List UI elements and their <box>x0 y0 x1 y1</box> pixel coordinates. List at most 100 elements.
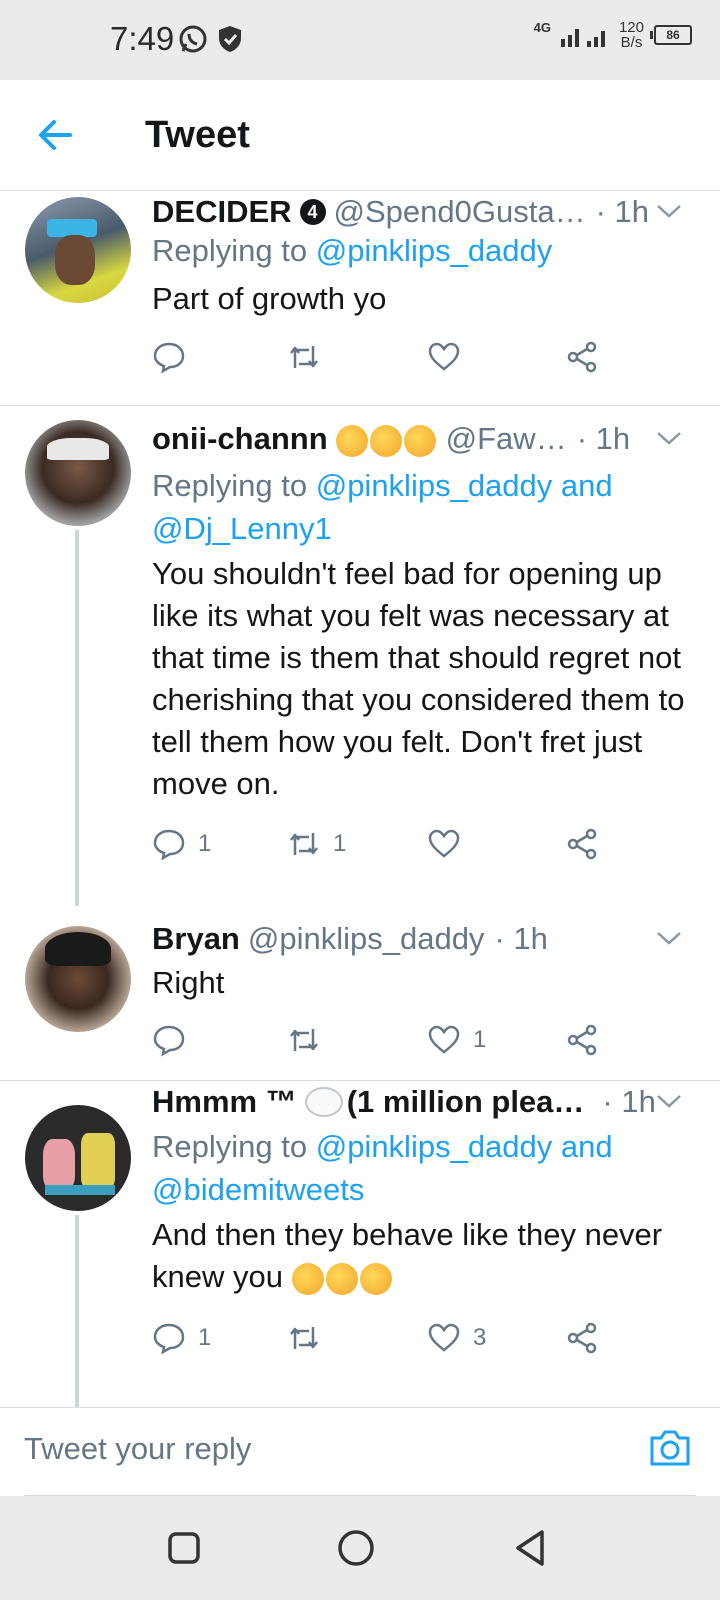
share-icon <box>567 341 597 373</box>
emoji-smiling-hearts <box>335 421 438 457</box>
whatsapp-icon <box>179 25 207 53</box>
status-indicators: 4G 120 B/s 86 <box>534 20 692 50</box>
heart-icon <box>428 829 460 858</box>
retweet-button[interactable]: 1 <box>287 824 346 864</box>
reply-button[interactable]: 1 <box>152 824 211 864</box>
author-handle[interactable]: @pinklips_daddy <box>248 921 485 957</box>
like-button[interactable] <box>427 337 473 377</box>
tweet-text: Part of growth yo <box>152 281 387 316</box>
avatar[interactable] <box>25 197 131 303</box>
share-button[interactable] <box>565 1318 599 1358</box>
mention-link[interactable]: @pinklips_daddy <box>316 233 553 268</box>
mention-link[interactable]: @bidemitweets <box>152 1172 364 1207</box>
retweet-icon <box>290 1029 318 1051</box>
avatar[interactable] <box>25 926 131 1032</box>
like-button[interactable]: 1 <box>427 1020 486 1060</box>
tweet-header: Bryan @pinklips_daddy · 1h <box>152 918 660 960</box>
retweet-icon <box>290 1327 318 1349</box>
share-icon <box>567 1322 597 1354</box>
heart-icon <box>428 1323 460 1352</box>
author-handle[interactable]: @Faw… <box>446 421 567 457</box>
network-speed: 120 B/s <box>618 19 644 51</box>
author-name[interactable]: Bryan <box>152 921 240 957</box>
recent-apps-icon[interactable] <box>162 1526 206 1570</box>
mention-link[interactable]: @pinklips_daddy and <box>316 468 613 503</box>
tweet-time: · 1h <box>494 921 548 956</box>
tweet-actions: 1 1 <box>152 824 612 864</box>
tweet-item[interactable]: Hmmm ™ (1 million plea… · 1h Replying to… <box>0 1081 720 1407</box>
reply-input[interactable] <box>24 1424 624 1474</box>
tweet-text: Right <box>152 965 225 1000</box>
tweet-time: · 1h <box>602 1084 656 1119</box>
status-notification-icons <box>178 24 244 54</box>
share-button[interactable] <box>565 337 599 377</box>
back-nav-icon[interactable] <box>508 1526 552 1570</box>
share-button[interactable] <box>565 824 599 864</box>
reply-button[interactable]: 1 <box>152 1318 211 1358</box>
tweet-item[interactable]: onii-channn @Faw… · 1h Replying to @pink… <box>0 406 720 906</box>
replying-to: Replying to @pinklips_daddy <box>152 233 553 268</box>
arrow-left-icon[interactable] <box>30 110 80 160</box>
reply-button[interactable] <box>152 1020 198 1060</box>
avatar[interactable] <box>25 1105 131 1211</box>
chevron-down-icon[interactable] <box>654 1091 684 1111</box>
replying-to: Replying to @pinklips_daddy and @bidemit… <box>152 1129 613 1207</box>
share-icon <box>567 1024 597 1056</box>
home-icon[interactable] <box>334 1526 378 1570</box>
battery-indicator: 86 <box>650 25 692 45</box>
author-name[interactable]: DECIDER <box>152 194 292 230</box>
heart-icon <box>428 1025 460 1054</box>
like-button[interactable] <box>427 824 473 864</box>
signal-icon <box>560 29 605 47</box>
chevron-down-icon[interactable] <box>654 428 684 448</box>
reply-button[interactable] <box>152 337 198 377</box>
thought-bubble-emoji <box>304 1087 343 1117</box>
thread-line <box>75 530 79 906</box>
system-nav-bar <box>0 1496 720 1600</box>
reply-icon <box>153 829 185 861</box>
tweet-text: And then they behave like they never kne… <box>152 1217 663 1295</box>
avatar[interactable] <box>25 420 131 526</box>
mention-link[interactable]: @Dj_Lenny1 <box>152 511 332 546</box>
retweet-button[interactable] <box>287 1318 333 1358</box>
retweet-icon <box>290 833 318 855</box>
tweet-item[interactable]: Bryan @pinklips_daddy · 1h Right 1 <box>0 906 720 1081</box>
tweet-header: DECIDER 4 @Spend0Gusta… · 1h <box>152 191 660 233</box>
retweet-button[interactable] <box>287 1020 333 1060</box>
status-bar: 7:49 4G 120 B/s 86 <box>0 0 720 80</box>
reply-composer <box>0 1407 720 1497</box>
reply-icon <box>153 342 185 374</box>
reply-icon <box>153 1025 185 1057</box>
shield-icon <box>219 26 241 52</box>
status-time: 7:49 <box>110 20 175 57</box>
badge-number: 4 <box>299 199 326 225</box>
mention-link[interactable]: @pinklips_daddy and <box>316 1129 613 1164</box>
tweet-item[interactable]: DECIDER 4 @Spend0Gusta… · 1h Replying to… <box>0 191 720 406</box>
thread-line <box>75 1215 79 1407</box>
tweet-actions <box>152 337 612 377</box>
camera-icon[interactable] <box>648 1426 692 1470</box>
retweet-button[interactable] <box>287 337 333 377</box>
tweet-actions: 1 <box>152 1020 612 1060</box>
author-name[interactable]: Hmmm ™ <box>152 1084 297 1120</box>
replying-to: Replying to @pinklips_daddy and @Dj_Lenn… <box>152 468 613 546</box>
like-button[interactable]: 3 <box>427 1318 486 1358</box>
sleepy-face-emoji <box>291 1259 394 1295</box>
app-bar: Tweet <box>0 80 720 191</box>
tweet-header: onii-channn @Faw… · 1h <box>152 418 660 460</box>
retweet-icon <box>290 346 318 368</box>
tweet-actions: 1 3 <box>152 1318 612 1358</box>
network-type: 4G <box>533 19 551 35</box>
share-icon <box>567 828 597 860</box>
reply-icon <box>153 1323 185 1355</box>
tweet-text: You shouldn't feel bad for opening up li… <box>152 556 685 801</box>
share-button[interactable] <box>565 1020 599 1060</box>
author-name[interactable]: onii-channn <box>152 421 328 457</box>
page-title: Tweet <box>145 114 250 156</box>
chevron-down-icon[interactable] <box>654 928 684 948</box>
author-handle[interactable]: @Spend0Gusta… <box>334 194 586 230</box>
tweet-time: · 1h <box>576 421 631 456</box>
chevron-down-icon[interactable] <box>654 201 684 221</box>
author-name-suffix: (1 million plea… <box>346 1084 585 1119</box>
heart-icon <box>428 342 460 371</box>
